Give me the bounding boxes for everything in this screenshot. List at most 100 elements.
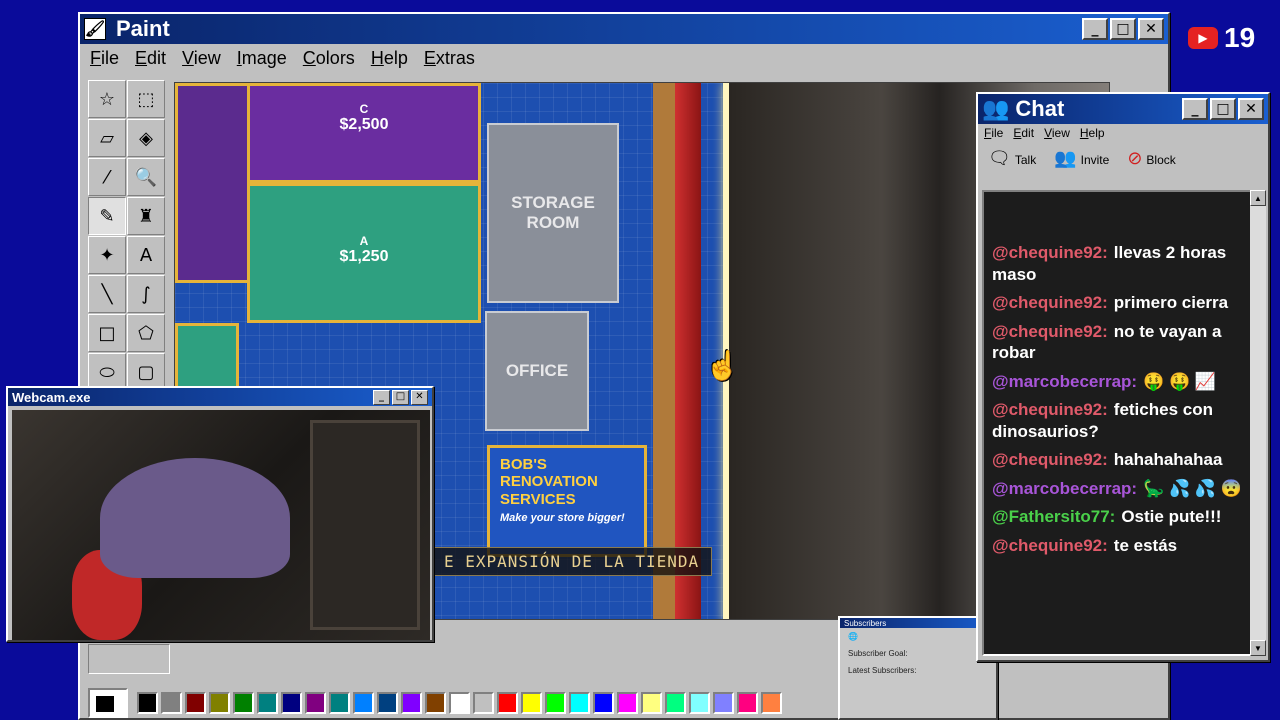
menu-help[interactable]: Help (371, 48, 408, 69)
chat-username[interactable]: @chequine92: (992, 293, 1108, 312)
chat-username[interactable]: @chequine92: (992, 400, 1108, 419)
palette-swatch[interactable] (209, 692, 230, 714)
talk-button[interactable]: 🗨 Talk (988, 148, 1036, 169)
webcam-close-button[interactable]: ✕ (411, 389, 428, 405)
youtube-icon: ▶ (1188, 27, 1218, 49)
chat-menubar: File Edit View Help (978, 124, 1268, 142)
block-button[interactable]: ⊘ Block (1127, 148, 1175, 169)
menu-edit[interactable]: Edit (135, 48, 166, 69)
palette-swatch[interactable] (425, 692, 446, 714)
rectangle-icon[interactable]: □ (88, 314, 126, 352)
status-area (88, 644, 170, 674)
subscribers-titlebar[interactable]: Subscribers (840, 618, 996, 628)
text-icon[interactable]: A (127, 236, 165, 274)
youtube-count: 19 (1224, 22, 1256, 53)
ad-title: BOB'S RENOVATION SERVICES (500, 456, 598, 508)
eraser-icon[interactable]: ▱ (88, 119, 126, 157)
chat-menu-edit[interactable]: Edit (1013, 126, 1034, 140)
airbrush-icon[interactable]: ✦ (88, 236, 126, 274)
webcam-minimize-button[interactable]: _ (373, 389, 390, 405)
paint-titlebar[interactable]: 🖌 Paint _ □ ✕ (80, 14, 1168, 44)
polygon-icon[interactable]: ⬠ (127, 314, 165, 352)
palette-swatch[interactable] (233, 692, 254, 714)
chat-username[interactable]: @chequine92: (992, 536, 1108, 555)
webcam-titlebar[interactable]: Webcam.exe _ □ ✕ (8, 388, 432, 406)
color-picker-icon[interactable]: ⁄ (88, 158, 126, 196)
menu-extras[interactable]: Extras (424, 48, 475, 69)
chat-username[interactable]: @marcobecerrap: (992, 372, 1137, 391)
palette-swatch[interactable] (281, 692, 302, 714)
palette-swatch[interactable] (329, 692, 350, 714)
scroll-up-icon[interactable]: ▲ (1250, 190, 1266, 206)
palette-swatch[interactable] (593, 692, 614, 714)
palette-swatch[interactable] (185, 692, 206, 714)
palette-swatch[interactable] (137, 692, 158, 714)
chat-message: @chequine92: hahahahahaa (992, 449, 1244, 471)
chat-menu-view[interactable]: View (1044, 126, 1070, 140)
chat-username[interactable]: @chequine92: (992, 322, 1108, 341)
line-icon[interactable]: ╲ (88, 275, 126, 313)
chat-text: Ostie pute!!! (1121, 507, 1222, 526)
palette-swatch[interactable] (665, 692, 686, 714)
chat-titlebar[interactable]: 👥 Chat _ □ ✕ (978, 94, 1268, 124)
chat-menu-help[interactable]: Help (1080, 126, 1105, 140)
rect-select-icon[interactable]: ⬚ (127, 80, 165, 118)
palette-swatch[interactable] (761, 692, 782, 714)
chat-close-button[interactable]: ✕ (1238, 98, 1264, 120)
palette-swatch[interactable] (497, 692, 518, 714)
brush-icon[interactable]: ♜ (127, 197, 165, 235)
palette-swatch[interactable] (689, 692, 710, 714)
curve-icon[interactable]: ∫ (127, 275, 165, 313)
chat-username[interactable]: @Fathersito77: (992, 507, 1115, 526)
chat-username[interactable]: @chequine92: (992, 450, 1108, 469)
palette-swatch[interactable] (713, 692, 734, 714)
paint-menubar: File Edit View Image Colors Help Extras (80, 44, 1168, 73)
palette-swatch[interactable] (617, 692, 638, 714)
palette-swatch[interactable] (305, 692, 326, 714)
storage-room: STORAGE ROOM (487, 123, 619, 303)
webcam-title: Webcam.exe (12, 389, 91, 405)
maximize-button[interactable]: □ (1110, 18, 1136, 40)
cork-board-edge (653, 83, 677, 619)
current-color[interactable] (88, 688, 128, 718)
palette-swatch[interactable] (353, 692, 374, 714)
bookshelf (310, 420, 420, 630)
palette-swatch[interactable] (449, 692, 470, 714)
pencil-icon[interactable]: ✎ (88, 197, 126, 235)
chat-scrollbar[interactable]: ▲ ▼ (1250, 190, 1266, 656)
scroll-down-icon[interactable]: ▼ (1250, 640, 1266, 656)
room-c-letter: C (359, 102, 369, 116)
room-a-letter: A (359, 234, 369, 248)
palette-swatch[interactable] (161, 692, 182, 714)
chat-messages[interactable]: @chequine92: llevas 2 horas maso @chequine… (982, 190, 1252, 656)
palette-swatch[interactable] (545, 692, 566, 714)
close-button[interactable]: ✕ (1138, 18, 1164, 40)
webcam-maximize-button[interactable]: □ (392, 389, 409, 405)
minimize-button[interactable]: _ (1082, 18, 1108, 40)
magnifier-icon[interactable]: 🔍 (127, 158, 165, 196)
chat-text: primero cierra (1113, 293, 1229, 312)
palette-swatch[interactable] (641, 692, 662, 714)
chat-username[interactable]: @chequine92: (992, 243, 1108, 262)
menu-image[interactable]: Image (237, 48, 287, 69)
palette-swatch[interactable] (401, 692, 422, 714)
palette-swatch[interactable] (377, 692, 398, 714)
fill-bucket-icon[interactable]: ◈ (127, 119, 165, 157)
menu-colors[interactable]: Colors (303, 48, 355, 69)
menu-view[interactable]: View (182, 48, 221, 69)
palette-swatch[interactable] (473, 692, 494, 714)
chat-text: 🦕 💦 💦 😨 (1143, 478, 1242, 498)
chat-maximize-button[interactable]: □ (1210, 98, 1236, 120)
palette-swatch[interactable] (569, 692, 590, 714)
palette-swatch[interactable] (521, 692, 542, 714)
palette-swatch[interactable] (257, 692, 278, 714)
free-select-icon[interactable]: ☆ (88, 80, 126, 118)
chat-menu-file[interactable]: File (984, 126, 1003, 140)
invite-button[interactable]: 👥 Invite (1054, 148, 1109, 169)
latest-subscribers-label: Latest Subscribers: (848, 666, 917, 675)
room-a: A $1,250 (247, 183, 481, 323)
chat-username[interactable]: @marcobecerrap: (992, 479, 1137, 498)
chat-minimize-button[interactable]: _ (1182, 98, 1208, 120)
palette-swatch[interactable] (737, 692, 758, 714)
menu-file[interactable]: File (90, 48, 119, 69)
